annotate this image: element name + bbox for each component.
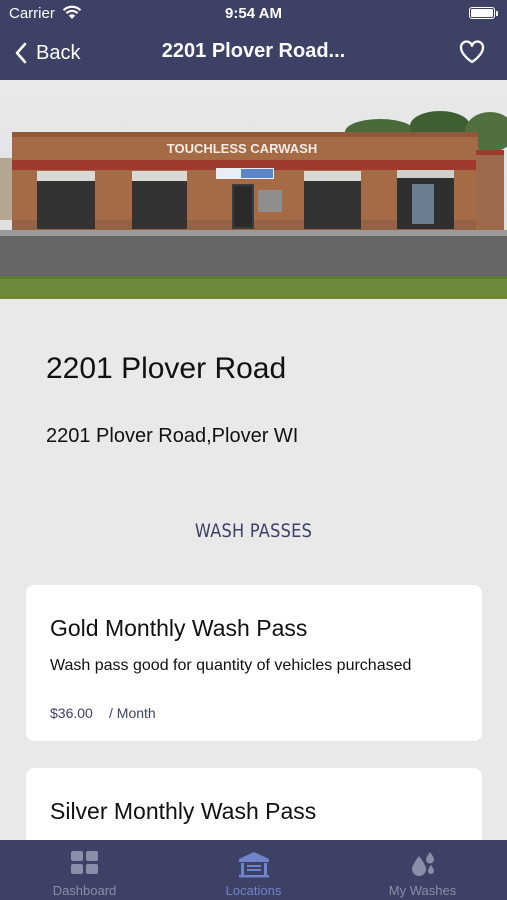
- tab-locations[interactable]: Locations: [169, 840, 338, 900]
- building-icon: [238, 852, 269, 878]
- heart-icon[interactable]: [459, 40, 485, 64]
- nav-bar: Back 2201 Plover Road...: [0, 28, 507, 80]
- tab-label: Locations: [225, 883, 282, 898]
- pass-name: Silver Monthly Wash Pass: [50, 798, 317, 824]
- building-sign: TOUCHLESS CARWASH: [167, 141, 317, 156]
- status-time: 9:54 AM: [225, 5, 282, 22]
- header: Carrier 9:54 AM Back 2201 Plover Road...: [0, 0, 507, 80]
- tab-my-washes[interactable]: My Washes: [338, 840, 507, 900]
- battery-icon: [469, 7, 498, 19]
- wash-pass-card[interactable]: Gold Monthly Wash Pass Wash pass good fo…: [26, 585, 482, 741]
- tab-dashboard[interactable]: Dashboard: [0, 840, 169, 900]
- pass-period: / Month: [109, 705, 156, 721]
- pass-description: Wash pass good for quantity of vehicles …: [50, 657, 412, 674]
- tab-label: Dashboard: [52, 883, 117, 898]
- tab-label: My Washes: [388, 883, 457, 898]
- location-title: 2201 Plover Road: [46, 352, 287, 385]
- location-address: 2201 Plover Road,Plover WI: [46, 425, 299, 447]
- status-bar: Carrier 9:54 AM: [0, 0, 507, 28]
- pass-price: $36.00: [50, 705, 93, 721]
- grid-icon: [70, 851, 98, 874]
- droplets-icon: [411, 852, 434, 876]
- location-photo: TOUCHLESS CARWASH: [0, 80, 507, 299]
- section-title: WASH PASSES: [194, 520, 313, 542]
- tab-bar: Dashboard Locations My Washes: [0, 840, 507, 900]
- nav-title: 2201 Plover Road...: [161, 40, 346, 62]
- pass-name: Gold Monthly Wash Pass: [50, 615, 308, 641]
